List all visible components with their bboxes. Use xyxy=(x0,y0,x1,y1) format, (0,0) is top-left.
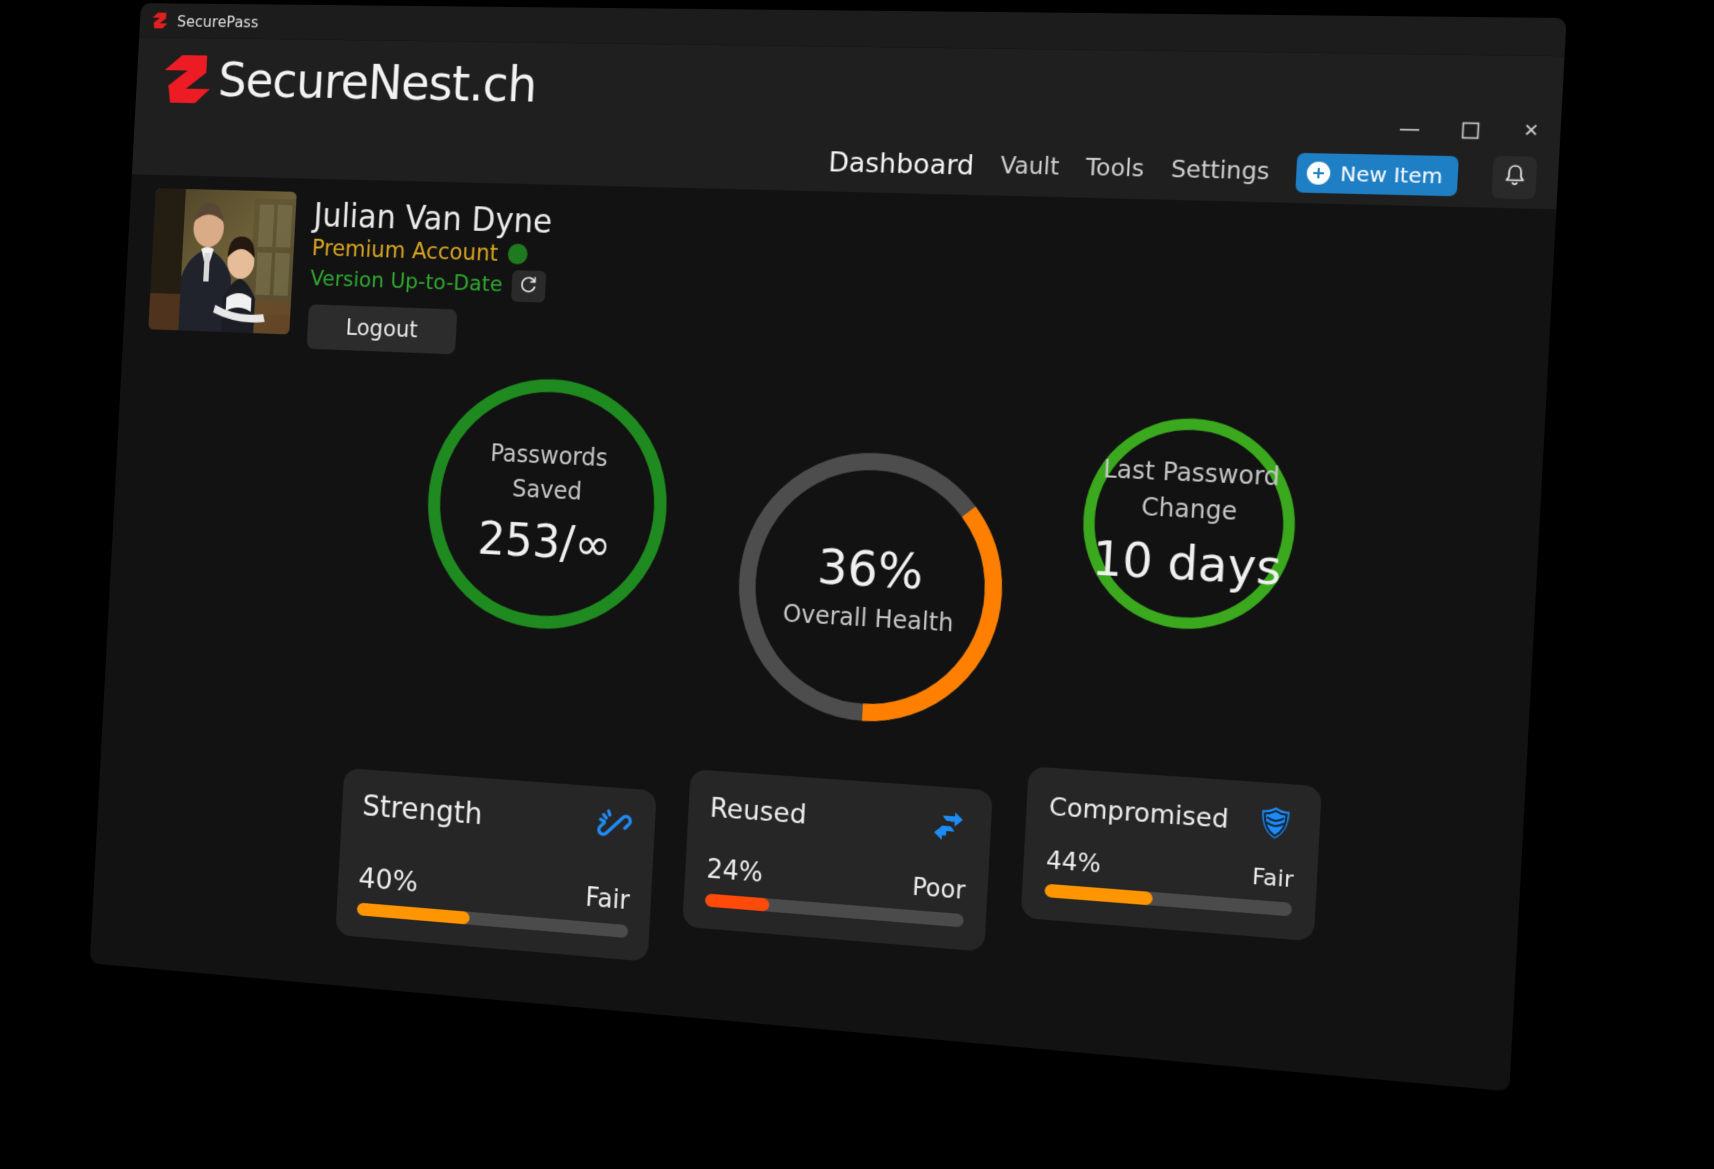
status-dot-green-icon xyxy=(506,243,528,265)
progress-track xyxy=(1044,883,1293,917)
ring-label-line1: Last Password xyxy=(1102,454,1281,492)
user-name: Julian Van Dyne xyxy=(312,196,554,241)
new-item-label: New Item xyxy=(1339,161,1444,189)
bell-icon xyxy=(1502,163,1526,192)
nav-item-settings[interactable]: Settings xyxy=(1170,156,1270,185)
last-password-change-value: 10 days xyxy=(1090,530,1283,597)
version-row: Version Up-to-Date xyxy=(309,263,549,303)
progress-fill xyxy=(356,902,470,925)
card-strength[interactable]: Strength 40% Fair xyxy=(335,767,657,962)
app-body: SecureNest.ch ✕ Dashboard Vault Tools Se… xyxy=(89,37,1565,1092)
profile-info: Julian Van Dyne Premium Account Version … xyxy=(306,192,554,357)
securepass-s-logo-icon xyxy=(150,12,169,29)
card-compromised[interactable]: Compromised 44% Fair xyxy=(1020,765,1322,941)
overall-health-ring-icon xyxy=(724,439,1017,737)
card-rating: Poor xyxy=(911,872,967,905)
card-header: Strength xyxy=(361,787,634,847)
nav-item-vault[interactable]: Vault xyxy=(1000,153,1060,181)
maximize-icon[interactable] xyxy=(1455,116,1485,144)
logout-button[interactable]: Logout xyxy=(306,303,458,355)
title-bar-app-name: SecurePass xyxy=(176,11,260,31)
progress-fill xyxy=(1044,883,1153,906)
ring-overall-health: 36% Overall Health xyxy=(724,439,1017,737)
ring-label-line2: Change xyxy=(1140,492,1238,526)
version-status-label: Version Up-to-Date xyxy=(309,266,504,298)
account-tier-label: Premium Account xyxy=(311,235,499,267)
ring-label-line1: Passwords xyxy=(489,439,609,473)
screen-background: SecurePass SecureNest.ch ✕ Dashboard Vau… xyxy=(0,0,1714,1169)
app-window: SecurePass SecureNest.ch ✕ Dashboard Vau… xyxy=(89,3,1567,1092)
account-tier-row: Premium Account xyxy=(311,235,551,268)
ring-last-password-change: Last Password Change 10 days xyxy=(1073,409,1305,639)
minimize-icon[interactable] xyxy=(1395,115,1424,143)
refresh-icon xyxy=(519,274,539,298)
close-icon[interactable]: ✕ xyxy=(1516,117,1546,145)
card-header: Reused xyxy=(709,788,970,847)
card-percent: 44% xyxy=(1045,845,1102,879)
metric-cards: Strength 40% Fair Reused 24% Poor Compro… xyxy=(92,733,1523,1047)
overall-health-label: Overall Health xyxy=(781,598,955,638)
notifications-button[interactable] xyxy=(1491,155,1538,200)
card-reused[interactable]: Reused 24% Poor xyxy=(682,768,993,952)
card-percent: 24% xyxy=(705,854,764,889)
ring-label-line2: Saved xyxy=(511,474,583,506)
progress-track xyxy=(704,893,964,928)
refresh-button[interactable] xyxy=(510,269,547,303)
brand-name: SecureNest.ch xyxy=(216,51,538,114)
shield-icon xyxy=(1253,800,1297,845)
new-item-button[interactable]: New Item xyxy=(1295,152,1459,197)
ring-passwords-saved: Passwords Saved 253/∞ xyxy=(414,367,680,644)
overall-health-percent: 36% xyxy=(815,538,925,601)
card-header: Compromised xyxy=(1048,786,1298,845)
card-meta: 44% Fair xyxy=(1045,845,1294,893)
card-percent: 40% xyxy=(357,860,419,899)
user-photo-avatar-icon xyxy=(148,188,297,335)
last-password-change-ring-icon xyxy=(1073,409,1305,639)
plus-circle-icon xyxy=(1306,161,1332,185)
card-title: Strength xyxy=(361,788,484,833)
broken-link-icon xyxy=(594,804,634,847)
user-profile: Julian Van Dyne Premium Account Version … xyxy=(123,174,1557,396)
window-controls: ✕ xyxy=(1395,115,1546,145)
card-rating: Fair xyxy=(1251,863,1295,894)
nav-item-dashboard[interactable]: Dashboard xyxy=(828,147,975,182)
progress-fill xyxy=(704,893,770,912)
card-title: Compromised xyxy=(1048,791,1230,835)
logout-label: Logout xyxy=(344,314,419,343)
repeat-arrows-icon xyxy=(927,804,969,848)
card-rating: Fair xyxy=(584,882,631,916)
passwords-saved-value: 253/∞ xyxy=(476,511,613,573)
card-title: Reused xyxy=(709,792,808,831)
nav-item-tools[interactable]: Tools xyxy=(1085,155,1145,183)
securenest-s-logo-icon xyxy=(158,52,216,106)
avatar xyxy=(148,188,297,335)
